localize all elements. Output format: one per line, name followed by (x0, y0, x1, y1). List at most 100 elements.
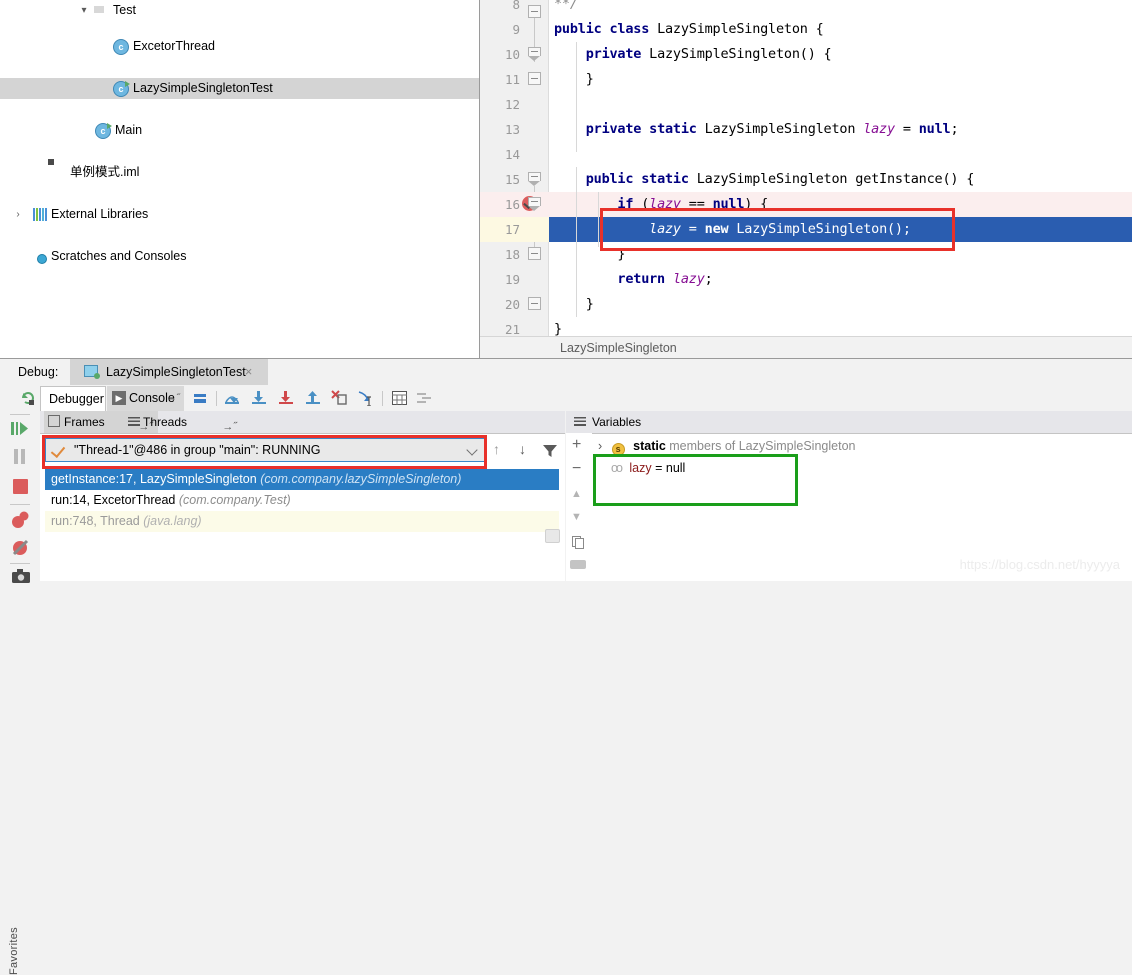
editor-line-8[interactable]: 8 **/ (480, 0, 1132, 18)
stack-frame-row[interactable]: run:748, Thread (java.lang) (45, 511, 559, 532)
editor-line-21[interactable]: 21 } (480, 317, 1132, 336)
code-text: } (554, 71, 594, 87)
frames-scrollbar[interactable] (545, 529, 560, 543)
line-number: 11 (504, 72, 520, 87)
frame-package: (com.company.Test) (178, 493, 291, 507)
code-text: private LazySimpleSingleton() { (585, 46, 832, 62)
line-number: 9 (512, 22, 520, 37)
view-breakpoints-icon[interactable] (12, 539, 30, 557)
chevron-down-icon[interactable]: ▾ (78, 0, 90, 21)
fold-marker-icon[interactable] (528, 72, 541, 85)
variables-static-rest: members of LazySimpleSingleton (665, 439, 856, 453)
tab-debugger[interactable]: Debugger (40, 386, 106, 411)
tree-row-main[interactable]: c Main (0, 120, 479, 141)
tree-row-lazysimplesingletontest[interactable]: c LazySimpleSingletonTest (0, 78, 479, 99)
tab-console[interactable]: ▶ Console →˝ (107, 386, 184, 411)
tree-label: ExcetorThread (133, 39, 215, 53)
fold-marker-icon[interactable] (528, 297, 541, 310)
breadcrumb-class[interactable]: LazySimpleSingleton (560, 337, 677, 359)
filter-icon[interactable] (543, 444, 557, 458)
runnable-class-icon: c (113, 81, 130, 97)
line-number: 10 (504, 47, 520, 62)
editor-line-14[interactable]: 14 (480, 142, 1132, 167)
class-icon: c (113, 39, 129, 55)
editor-line-10[interactable]: 10 private LazySimpleSingleton() { (480, 42, 1132, 67)
run-to-cursor-icon[interactable] (357, 390, 373, 406)
editor-line-11[interactable]: 11 } (480, 67, 1132, 92)
variables-icon (574, 417, 586, 426)
project-tree[interactable]: ▾ Test c ExcetorThread c LazySimpleSingl… (0, 0, 480, 358)
copy-icon[interactable] (572, 536, 585, 549)
chevron-right-icon[interactable]: › (598, 439, 602, 453)
drop-frame-icon[interactable] (331, 390, 347, 406)
screenshot-icon[interactable] (12, 569, 30, 583)
settings-icon[interactable] (416, 391, 432, 405)
editor-line-13[interactable]: 13 private static LazySimpleSingleton la… (480, 117, 1132, 142)
debug-label: Debug: (18, 365, 59, 379)
tree-row-scratches[interactable]: Scratches and Consoles (0, 246, 479, 267)
close-icon[interactable]: × (243, 365, 254, 378)
editor-line-20[interactable]: 20 } (480, 292, 1132, 317)
stack-frame-row[interactable]: getInstance:17, LazySimpleSingleton (com… (45, 469, 559, 490)
tree-row-external-libraries[interactable]: › External Libraries (0, 204, 479, 225)
resume-program-icon[interactable] (11, 421, 29, 437)
step-into-icon[interactable] (251, 391, 267, 405)
tree-label: Scratches and Consoles (51, 249, 187, 263)
pause-program-icon[interactable] (13, 449, 27, 464)
code-editor[interactable]: 8 **/ 9 public class LazySimpleSingleton… (480, 0, 1132, 336)
remove-icon[interactable]: − (572, 461, 581, 477)
red-highlight-box-code (600, 208, 955, 251)
editor-line-12[interactable]: 12 (480, 92, 1132, 117)
tree-label: External Libraries (51, 207, 149, 221)
code-text: } (554, 296, 594, 312)
pin-icon[interactable]: →˝ (167, 386, 180, 411)
force-step-into-icon[interactable] (278, 391, 294, 405)
variables-title: Variables (592, 415, 642, 429)
tree-row-iml[interactable]: 单例模式.iml (0, 162, 479, 183)
debug-tab-title: LazySimpleSingletonTest (106, 365, 246, 379)
arrow-down-icon[interactable]: ↓ (519, 441, 526, 457)
tab-threads[interactable]: Threads →˝ (123, 411, 242, 433)
idea-debugger-window: ▾ Test c ExcetorThread c LazySimpleSingl… (0, 0, 1132, 975)
up-icon[interactable]: ▲ (571, 488, 582, 500)
fold-marker-icon[interactable] (528, 172, 541, 186)
breadcrumb[interactable]: LazySimpleSingleton › getInstance() (480, 336, 1132, 359)
variables-scrollbar[interactable] (570, 560, 586, 569)
line-number: 21 (504, 322, 520, 336)
line-number: 16 (504, 197, 520, 212)
down-icon[interactable]: ▼ (571, 511, 582, 523)
tree-row-excetorthread[interactable]: c ExcetorThread (0, 36, 479, 57)
threads-icon (128, 417, 140, 426)
tab-label: Frames (64, 415, 105, 429)
red-highlight-box-thread (42, 435, 487, 469)
code-text: private static LazySimpleSingleton lazy … (585, 121, 959, 137)
fold-marker-icon[interactable] (528, 47, 541, 61)
step-over-icon[interactable] (224, 391, 240, 405)
favorites-tool-label[interactable]: Favorites (8, 915, 20, 975)
frames-panel-header: Frames →˝ Threads →˝ (40, 411, 565, 434)
rerun-icon[interactable] (20, 390, 36, 406)
frames-icon (48, 415, 60, 427)
debug-session-tab[interactable]: LazySimpleSingletonTest × (70, 359, 268, 385)
show-execution-point-icon[interactable] (194, 394, 206, 403)
arrow-up-icon[interactable]: ↑ (493, 441, 500, 457)
code-text: return lazy; (617, 271, 713, 287)
step-out-icon[interactable] (305, 391, 321, 405)
variables-toolbar: + − ▲ ▼ (566, 433, 592, 581)
fold-marker-icon[interactable] (528, 197, 541, 211)
code-text: public class LazySimpleSingleton { (554, 21, 824, 37)
mute-breakpoints-icon[interactable] (11, 511, 31, 529)
stack-frame-row[interactable]: run:14, ExcetorThread (com.company.Test) (45, 490, 559, 511)
tab-label: Debugger (49, 392, 104, 406)
evaluate-expression-icon[interactable] (392, 391, 407, 405)
libraries-icon (33, 208, 47, 221)
frame-package: (com.company.lazySimpleSingleton) (260, 472, 462, 486)
tree-row-test[interactable]: ▾ Test (0, 0, 479, 21)
fold-marker-icon[interactable] (528, 247, 541, 260)
editor-line-15[interactable]: 15 public static LazySimpleSingleton get… (480, 167, 1132, 192)
add-icon[interactable]: + (572, 437, 581, 453)
chevron-right-icon[interactable]: › (12, 204, 24, 225)
editor-line-19[interactable]: 19 return lazy; (480, 267, 1132, 292)
stop-program-icon[interactable] (13, 479, 28, 494)
editor-line-9[interactable]: 9 public class LazySimpleSingleton { (480, 17, 1132, 42)
